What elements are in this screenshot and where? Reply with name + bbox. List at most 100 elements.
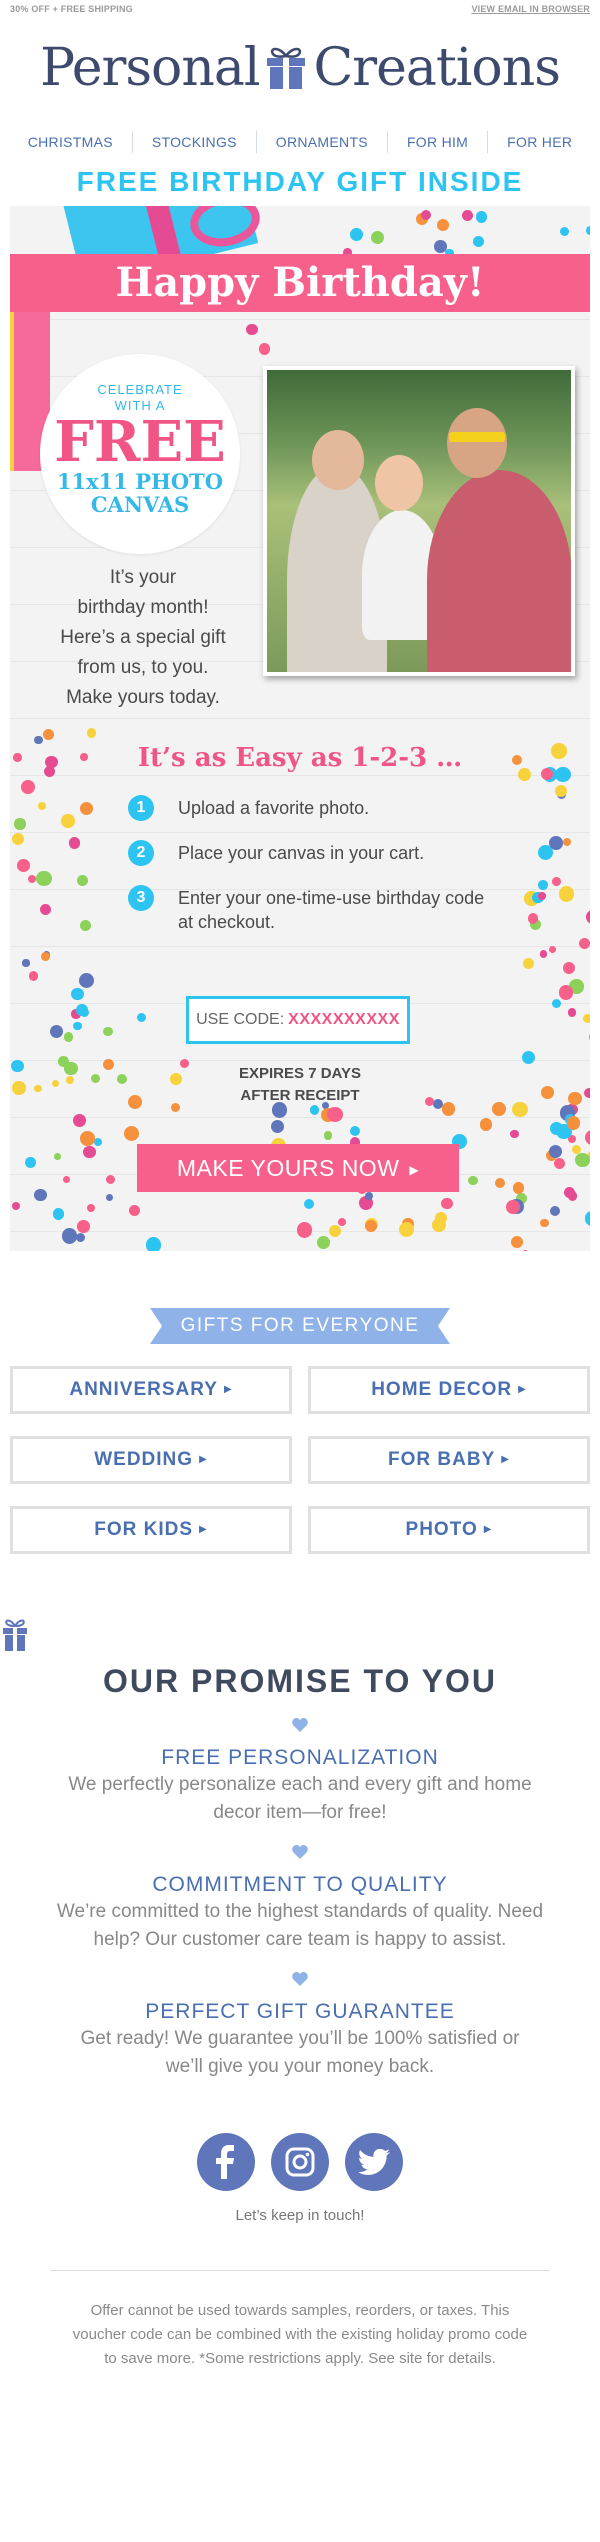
confetti-dot	[83, 1145, 96, 1159]
hero-section[interactable]: Happy Birthday! CELEBRATE WITH A FREE 11…	[10, 206, 590, 1251]
woman-head	[312, 430, 364, 490]
gift-for-baby-button[interactable]: FOR BABY ▶	[308, 1436, 590, 1484]
confetti-dot	[584, 1129, 590, 1146]
promise-item-desc: Get ready! We guarantee you’ll be 100% s…	[80, 2028, 520, 2077]
confetti-dot	[349, 228, 363, 242]
nav-stockings[interactable]: STOCKINGS	[133, 131, 257, 153]
gift-home-decor-button[interactable]: HOME DECOR ▶	[308, 1366, 590, 1414]
confetti-dot	[77, 1219, 91, 1233]
confetti-dot	[512, 1182, 525, 1194]
confetti-dot	[431, 1217, 447, 1233]
confetti-dot	[34, 1188, 47, 1202]
twitter-icon[interactable]	[345, 2133, 403, 2191]
code-value: XXXXXXXXXX	[288, 1011, 400, 1028]
confetti-dot	[79, 1008, 89, 1018]
step-number: 2	[128, 840, 154, 866]
confetti-dot	[323, 1131, 332, 1140]
promo-code-box[interactable]: USE CODE: XXXXXXXXXX	[186, 996, 410, 1044]
sunglasses	[449, 432, 505, 442]
confetti-dot	[246, 324, 258, 336]
confetti-dot	[559, 985, 574, 1000]
gift-anniversary-button[interactable]: ANNIVERSARY ▶	[10, 1366, 292, 1414]
confetti-dot	[436, 218, 450, 232]
confetti-dot	[258, 343, 271, 355]
confetti-dot	[441, 1197, 453, 1209]
confetti-dot	[25, 1157, 36, 1168]
code-label: USE CODE:	[196, 1011, 285, 1028]
nav-ornaments[interactable]: ORNAMENTS	[257, 131, 388, 153]
confetti-dot	[421, 209, 432, 220]
confetti-dot	[461, 209, 473, 221]
confetti-dot	[468, 1175, 478, 1186]
gift-label: FOR KIDS	[94, 1519, 194, 1541]
step-item: 2 Place your canvas in your cart.	[128, 840, 488, 866]
confetti-dot	[562, 961, 576, 975]
confetti-dot	[540, 1219, 549, 1228]
confetti-dot	[328, 1224, 341, 1237]
arrow-right-icon: ▶	[223, 1384, 233, 1395]
confetti-dot	[145, 1237, 162, 1251]
confetti-dot	[579, 937, 590, 949]
family-photo-canvas[interactable]	[263, 366, 575, 676]
instagram-icon[interactable]	[271, 2133, 329, 2191]
confetti-dot	[40, 904, 52, 916]
nav-for-him[interactable]: FOR HIM	[388, 131, 489, 153]
arrow-right-icon: ▶	[501, 1454, 510, 1465]
confetti-dot	[270, 1119, 284, 1133]
view-in-browser-link[interactable]: VIEW EMAIL IN BROWSER	[471, 4, 590, 14]
birthday-message: It’s your birthday month! Here’s a speci…	[38, 563, 248, 713]
facebook-icon[interactable]	[197, 2133, 255, 2191]
arrow-right-icon: ▶	[199, 1524, 208, 1535]
confetti-dot	[71, 987, 84, 1001]
confetti-dot	[41, 952, 51, 962]
nav-for-her[interactable]: FOR HER	[488, 131, 591, 153]
step-text: Enter your one-time-use birthday code at…	[178, 888, 485, 932]
steps-list: 1 Upload a favorite photo. 2 Place your …	[128, 795, 488, 954]
step-text: Place your canvas in your cart.	[178, 843, 425, 863]
heart-icon	[292, 1972, 308, 1986]
confetti-dot	[473, 236, 484, 247]
confetti-dot	[538, 880, 548, 890]
happy-birthday-banner: Happy Birthday!	[10, 254, 590, 312]
confetti-dot	[350, 1126, 361, 1137]
confetti-dot	[589, 1030, 590, 1043]
confetti-dot	[62, 1176, 70, 1184]
confetti-dot	[86, 728, 96, 738]
gift-for-kids-button[interactable]: FOR KIDS ▶	[10, 1506, 292, 1554]
category-nav: CHRISTMAS STOCKINGS ORNAMENTS FOR HIM FO…	[0, 126, 600, 158]
confetti-dot	[80, 1130, 96, 1146]
confetti-dot	[567, 1008, 577, 1017]
nav-christmas[interactable]: CHRISTMAS	[9, 131, 133, 153]
canvas-label: CANVAS	[90, 492, 190, 517]
confetti-dot	[296, 1222, 313, 1239]
confetti-dot	[399, 1221, 415, 1238]
steps-title: It’s as Easy as 1-2-3 …	[137, 743, 463, 773]
confetti-dot	[28, 971, 39, 981]
gift-label: HOME DECOR	[371, 1379, 513, 1401]
confetti-dot	[549, 1121, 563, 1135]
play-arrow-icon: ▶	[409, 1162, 420, 1177]
expires-line-2: AFTER RECEIPT	[240, 1087, 360, 1104]
confetti-dot	[16, 859, 30, 872]
promise-item-title: PERFECT GIFT GUARANTEE	[145, 2000, 455, 2023]
footer-divider	[50, 2270, 550, 2271]
brand-logo[interactable]: Personal Creations	[0, 18, 600, 118]
promise-item-desc: We perfectly personalize each and every …	[68, 1774, 532, 1823]
gift-label: ANNIVERSARY	[69, 1379, 218, 1401]
gift-logo-icon	[267, 47, 306, 89]
confetti-dot	[124, 1125, 140, 1141]
confetti-dot	[49, 1025, 63, 1039]
gift-wedding-button[interactable]: WEDDING ▶	[10, 1436, 292, 1484]
social-links	[0, 2133, 600, 2191]
make-yours-now-button[interactable]: MAKE YOURS NOW ▶	[137, 1144, 459, 1192]
man-figure	[427, 470, 571, 672]
confetti-dot	[548, 946, 556, 954]
gift-label: WEDDING	[94, 1449, 194, 1471]
top-bar: 30% OFF + FREE SHIPPING VIEW EMAIL IN BR…	[0, 0, 600, 18]
confetti-dot	[495, 1178, 506, 1189]
expires-line-1: EXPIRES 7 DAYS	[239, 1065, 361, 1082]
confetti-dot	[303, 1199, 314, 1210]
confetti-dot	[63, 1032, 74, 1042]
arrow-right-icon: ▶	[483, 1524, 493, 1535]
gift-photo-button[interactable]: PHOTO ▶	[308, 1506, 590, 1554]
